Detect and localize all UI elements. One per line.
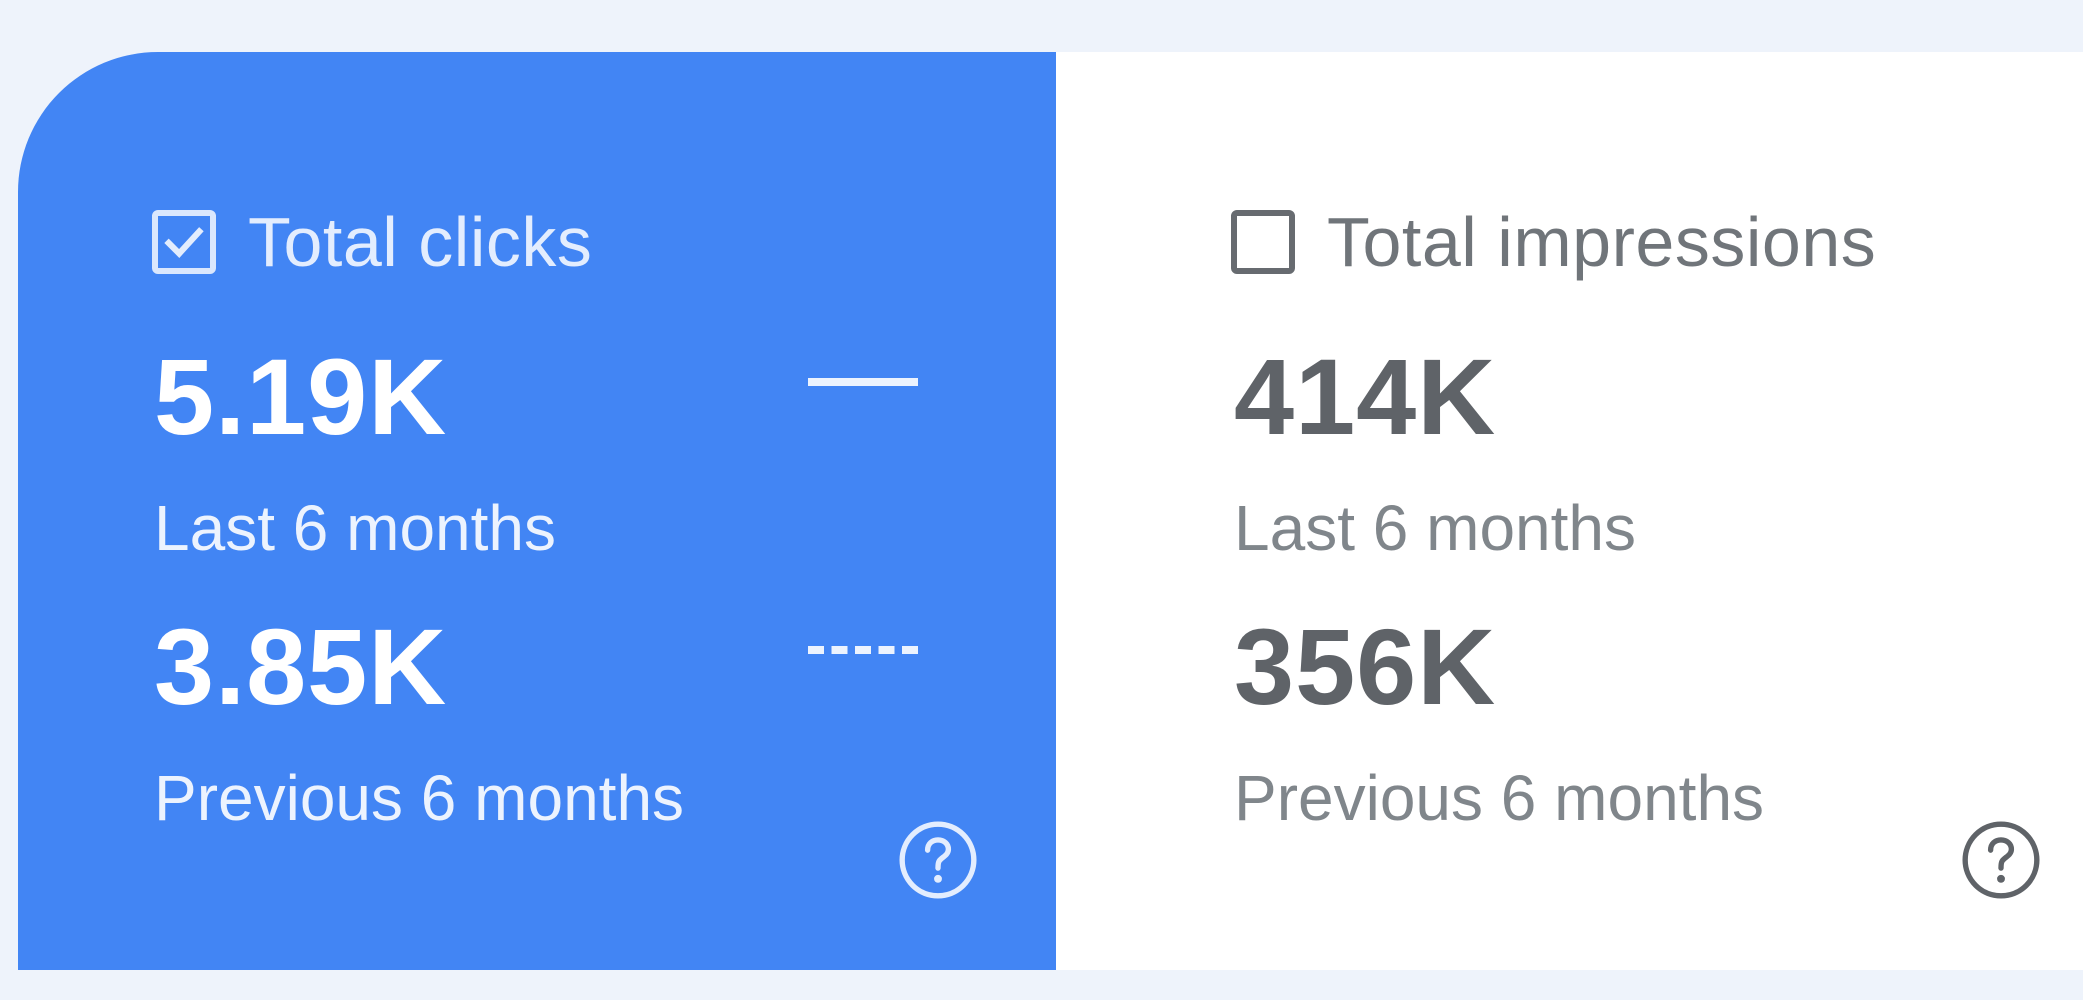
previous-period-label: Previous 6 months bbox=[154, 762, 685, 834]
metric-title: Total impressions bbox=[1327, 203, 1877, 281]
previous-value: 3.85K bbox=[154, 606, 448, 727]
help-circle-icon[interactable] bbox=[895, 817, 981, 903]
help-circle-icon[interactable] bbox=[1958, 817, 2044, 903]
previous-period-dashed-line-icon bbox=[808, 646, 918, 654]
current-period-solid-line-icon bbox=[808, 378, 918, 386]
total-clicks-card[interactable]: Total clicks 5.19K Last 6 months 3.85K P… bbox=[18, 52, 1056, 970]
current-period-label: Last 6 months bbox=[154, 492, 556, 564]
metric-title: Total clicks bbox=[248, 203, 593, 281]
total-clicks-toggle[interactable]: Total clicks bbox=[152, 202, 592, 282]
previous-period-label: Previous 6 months bbox=[1234, 762, 1765, 834]
top-background-strip bbox=[0, 0, 2083, 52]
current-value: 5.19K bbox=[154, 336, 448, 457]
total-impressions-toggle[interactable]: Total impressions bbox=[1231, 202, 1876, 282]
performance-metric-cards: Total clicks 5.19K Last 6 months 3.85K P… bbox=[18, 52, 2083, 970]
current-period-label: Last 6 months bbox=[1234, 492, 1636, 564]
total-impressions-card[interactable]: Total impressions 414K Last 6 months 356… bbox=[1056, 52, 2083, 970]
unchecked-checkbox-icon[interactable] bbox=[1231, 210, 1295, 274]
checked-checkbox-icon[interactable] bbox=[152, 210, 216, 274]
previous-value: 356K bbox=[1234, 606, 1497, 727]
checkmark-icon bbox=[164, 227, 204, 258]
current-value: 414K bbox=[1234, 336, 1497, 457]
